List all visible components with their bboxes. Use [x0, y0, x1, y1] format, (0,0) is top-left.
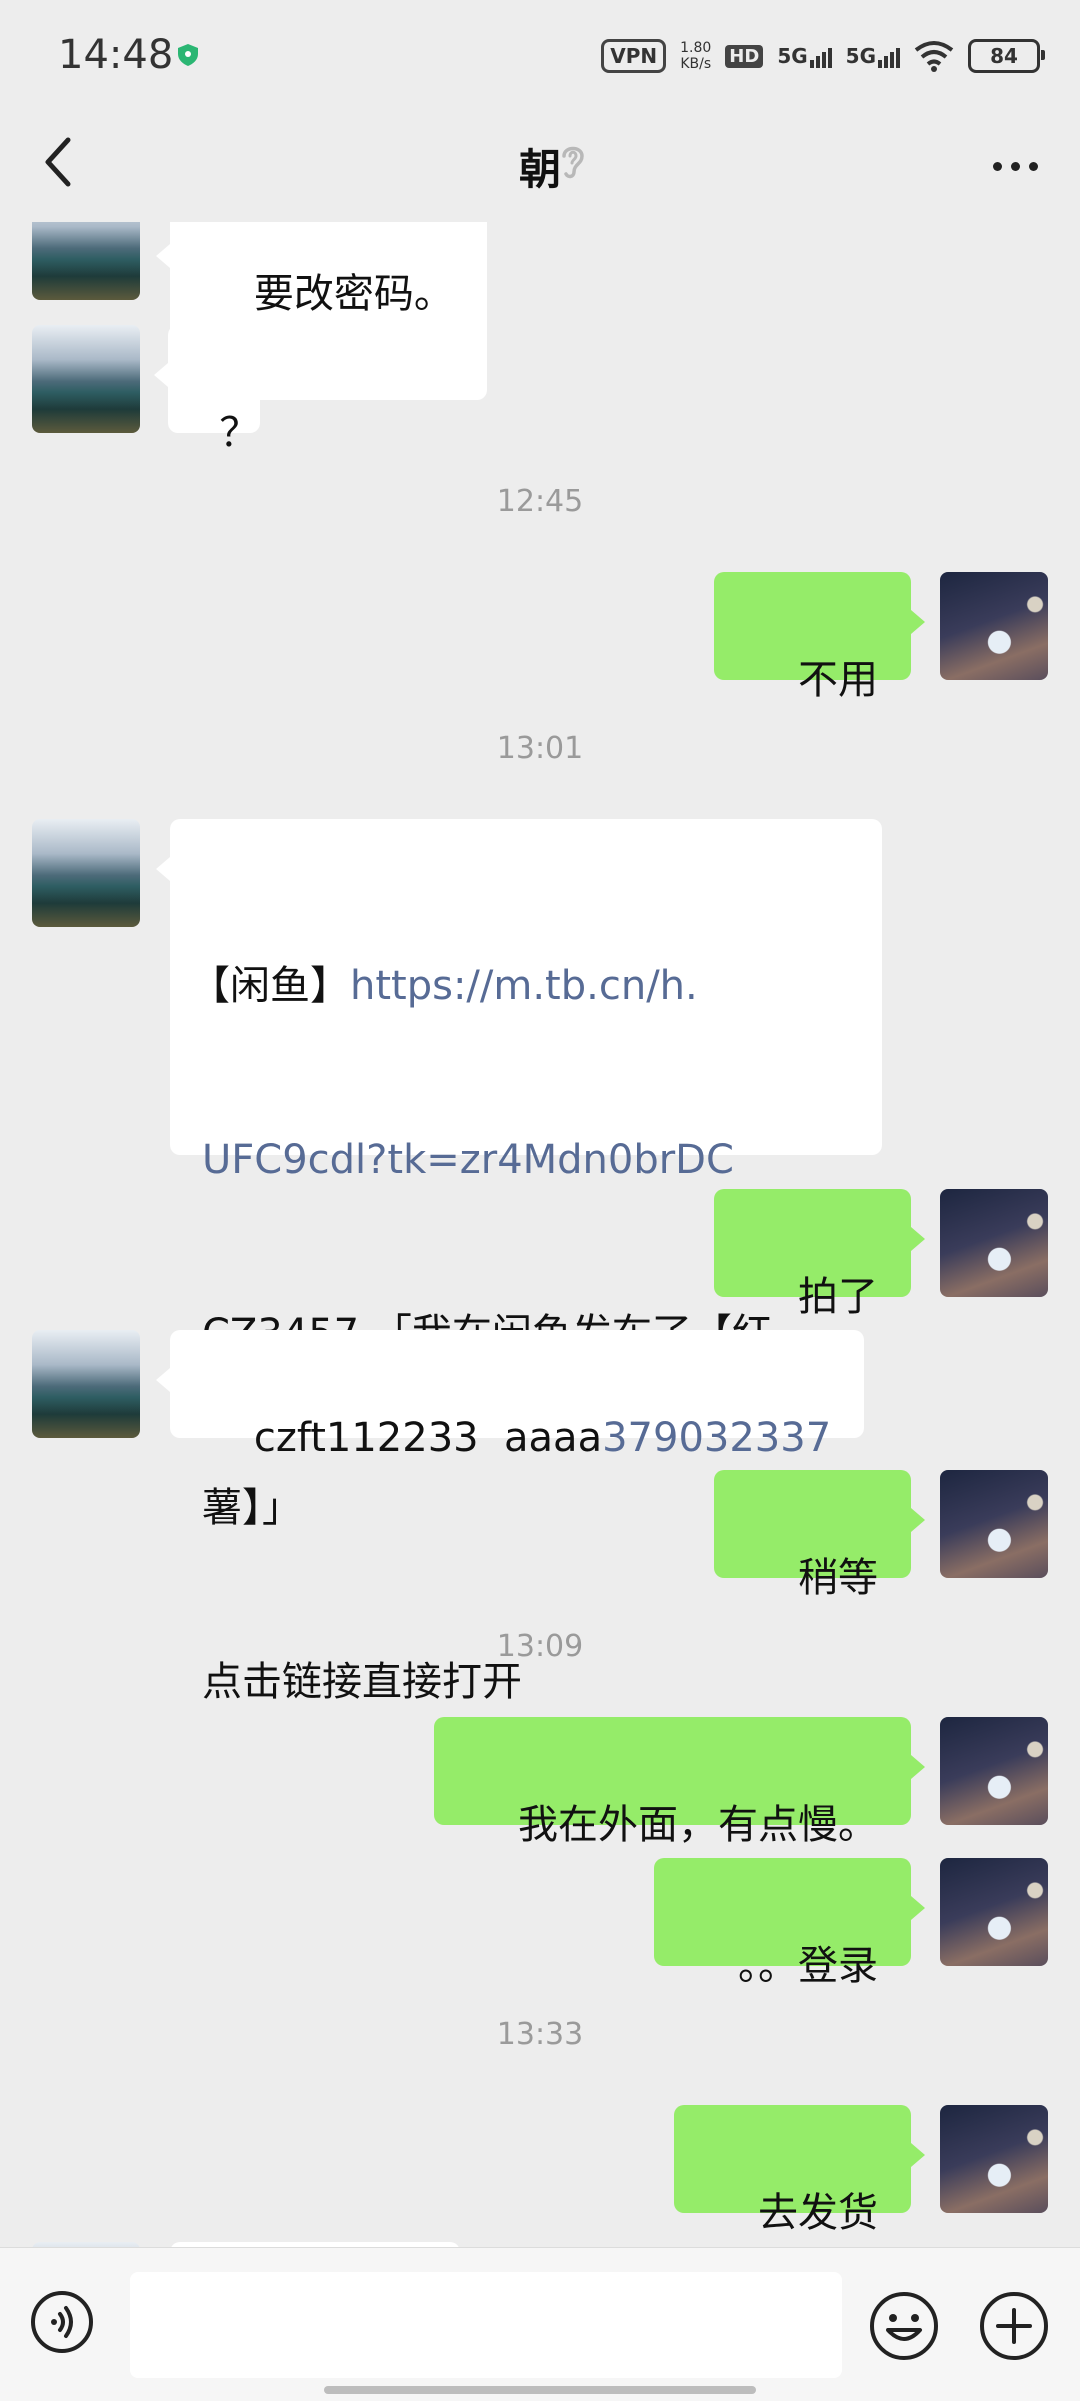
message-bubble-outgoing[interactable]: 。。登录 — [654, 1858, 925, 1989]
message-line: UFC9cdl?tk=zr4Mdn0brDC — [190, 1131, 852, 1189]
contact-avatar[interactable] — [32, 325, 140, 433]
message-timestamp: 13:01 — [496, 731, 584, 766]
share-link[interactable]: UFC9cdl?tk=zr4Mdn0brDC — [202, 1137, 734, 1183]
message-bubble-incoming[interactable]: czft112233 aaaa379032337 — [155, 1330, 865, 1461]
voice-icon[interactable] — [30, 2290, 94, 2354]
user-avatar[interactable] — [940, 1858, 1048, 1966]
message-bubble-incoming[interactable]: 【闲鱼】https://m.tb.cn/h. UFC9cdl?tk=zr4Mdn… — [156, 819, 882, 1705]
network-speed: 1.80 KB/s — [680, 40, 712, 72]
contact-avatar[interactable] — [32, 819, 140, 927]
signal-5g-1-icon: 5G — [777, 44, 832, 68]
more-icon[interactable] — [980, 136, 1050, 196]
signal-5g-2-icon: 5G — [846, 44, 900, 68]
security-shield-icon — [178, 44, 198, 66]
user-avatar[interactable] — [940, 572, 1048, 680]
message-bubble-outgoing[interactable]: 我在外面，有点慢。 — [434, 1717, 925, 1848]
plus-icon[interactable] — [978, 2290, 1050, 2362]
status-time: 14:48 — [58, 32, 174, 78]
message-timestamp: 13:09 — [496, 1629, 584, 1664]
contact-avatar[interactable] — [32, 1330, 140, 1438]
hd-icon: HD — [725, 44, 764, 68]
vpn-icon: VPN — [601, 39, 667, 73]
message-bubble-outgoing[interactable]: 不用 — [714, 572, 925, 703]
chat-title: 朝 — [518, 145, 561, 194]
message-line: 【闲鱼】https://m.tb.cn/h. — [190, 963, 698, 1009]
message-timestamp: 13:33 — [496, 2017, 584, 2052]
message-bubble-incoming[interactable]: ？ — [154, 325, 260, 456]
emoji-icon[interactable] — [868, 2290, 940, 2362]
user-avatar[interactable] — [940, 1470, 1048, 1578]
message-bubble-outgoing[interactable]: 稍等 — [714, 1470, 925, 1601]
user-avatar[interactable] — [940, 1717, 1048, 1825]
message-timestamp: 12:45 — [496, 484, 584, 519]
battery-icon: 84 — [968, 39, 1045, 73]
contact-avatar[interactable] — [32, 222, 140, 300]
user-avatar[interactable] — [940, 2105, 1048, 2213]
status-icons: VPN 1.80 KB/s HD 5G 5G 84 — [601, 36, 1045, 76]
share-link[interactable]: https://m.tb.cn/h. — [350, 963, 698, 1009]
user-avatar[interactable] — [940, 1189, 1048, 1297]
message-bubble-outgoing[interactable]: 去发货 — [674, 2105, 925, 2236]
chat-header: 朝 — [0, 110, 1080, 222]
phone-link[interactable]: 379032337 — [602, 1415, 831, 1461]
message-input[interactable] — [130, 2272, 842, 2378]
input-bar — [0, 2247, 1080, 2401]
message-list[interactable]: 要改密码。 ？ 12:45 不用 13:01 【闲鱼】https://m.tb.… — [0, 222, 1080, 2247]
ear-icon — [562, 146, 584, 179]
message-bubble-outgoing[interactable]: 拍了 — [714, 1189, 925, 1320]
wifi-icon — [914, 41, 954, 72]
status-bar: 14:48 VPN 1.80 KB/s HD 5G 5G 84 — [0, 0, 1080, 110]
home-indicator — [324, 2386, 756, 2394]
